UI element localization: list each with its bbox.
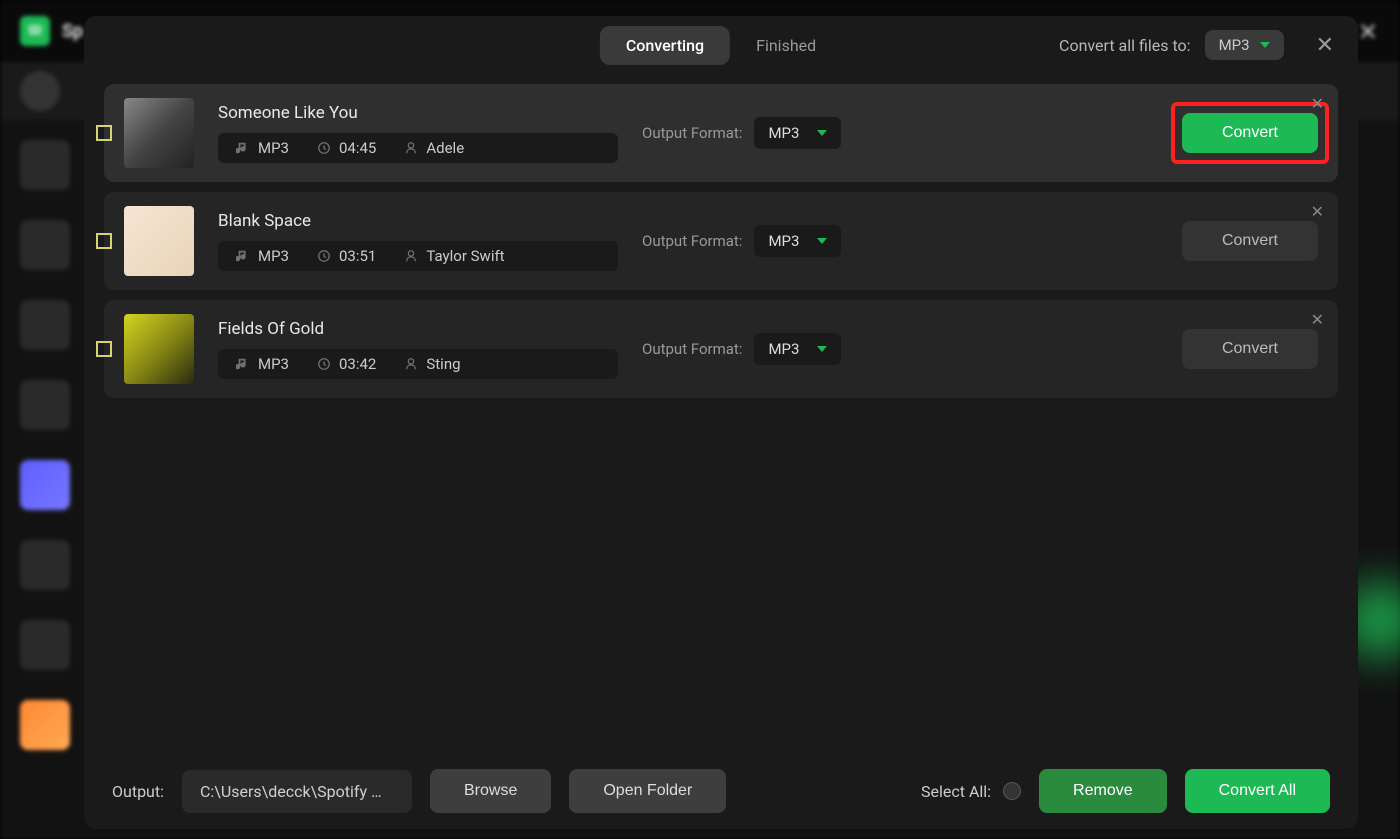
clock-icon: [317, 141, 331, 155]
track-artist: Adele: [426, 139, 464, 157]
track-row-wrap: Someone Like You MP3 04:45 Adele: [104, 84, 1338, 182]
remove-button[interactable]: Remove: [1039, 769, 1167, 813]
track-duration: 03:42: [339, 355, 376, 373]
spotify-logo-icon: [20, 16, 50, 46]
person-icon: [404, 357, 418, 371]
modal-footer: Output: C:\Users\decck\Spotify M… Browse…: [84, 753, 1358, 829]
track-format-select[interactable]: MP3: [754, 333, 841, 365]
bg-sidebar-item: [20, 700, 70, 750]
track-format-select[interactable]: MP3: [754, 225, 841, 257]
bg-sidebar-item: [20, 220, 70, 270]
track-title: Blank Space: [218, 211, 618, 231]
bg-sidebar-item: [20, 140, 70, 190]
bg-window-close-icon: ✕: [1358, 18, 1378, 46]
bg-title: Sp: [62, 21, 83, 42]
track-format-value: MP3: [768, 340, 799, 358]
convert-all-button[interactable]: Convert All: [1185, 769, 1330, 813]
track-row: Blank Space MP3 03:51 Taylor Swift: [104, 192, 1338, 290]
output-format-label: Output Format:: [642, 232, 742, 250]
bg-sidebar-item: [20, 540, 70, 590]
browse-button[interactable]: Browse: [430, 769, 551, 813]
music-note-icon: [236, 249, 250, 263]
global-format-value: MP3: [1219, 36, 1250, 54]
convert-button[interactable]: Convert: [1182, 113, 1318, 153]
remove-track-button[interactable]: ✕: [1311, 202, 1324, 221]
album-art: [124, 98, 194, 168]
tab-converting[interactable]: Converting: [600, 26, 730, 65]
track-format-value: MP3: [768, 124, 799, 142]
chevron-down-icon: [817, 238, 827, 244]
select-all-label: Select All:: [921, 782, 991, 801]
convert-button[interactable]: Convert: [1182, 329, 1318, 369]
output-format-label: Output Format:: [642, 124, 742, 142]
modal-close-button[interactable]: ✕: [1316, 33, 1334, 58]
track-checkbox[interactable]: [96, 125, 112, 141]
output-path-label: Output:: [112, 782, 164, 801]
album-art: [124, 206, 194, 276]
music-note-icon: [236, 141, 250, 155]
bg-sidebar-item: [20, 620, 70, 670]
clock-icon: [317, 357, 331, 371]
track-format: MP3: [258, 355, 289, 373]
track-details: MP3 04:45 Adele: [218, 133, 618, 163]
track-format-select[interactable]: MP3: [754, 117, 841, 149]
select-all-toggle[interactable]: [1003, 782, 1021, 800]
output-path-display: C:\Users\decck\Spotify M…: [182, 770, 412, 813]
track-checkbox[interactable]: [96, 233, 112, 249]
person-icon: [404, 249, 418, 263]
track-title: Fields Of Gold: [218, 319, 618, 339]
track-format: MP3: [258, 247, 289, 265]
tab-group: Converting Finished: [600, 26, 842, 65]
track-checkbox[interactable]: [96, 341, 112, 357]
track-artist: Sting: [426, 355, 460, 373]
track-row: Fields Of Gold MP3 03:42 Sting: [104, 300, 1338, 398]
clock-icon: [317, 249, 331, 263]
remove-track-button[interactable]: ✕: [1311, 310, 1324, 329]
chevron-down-icon: [1260, 42, 1270, 48]
bg-home-icon: [20, 71, 60, 111]
convert-button[interactable]: Convert: [1182, 221, 1318, 261]
global-format-select[interactable]: MP3: [1205, 30, 1284, 60]
album-art: [124, 314, 194, 384]
track-duration: 03:51: [339, 247, 376, 265]
track-format-value: MP3: [768, 232, 799, 250]
open-folder-button[interactable]: Open Folder: [569, 769, 726, 813]
track-row-wrap: Fields Of Gold MP3 03:42 Sting: [104, 300, 1338, 398]
track-details: MP3 03:42 Sting: [218, 349, 618, 379]
person-icon: [404, 141, 418, 155]
track-details: MP3 03:51 Taylor Swift: [218, 241, 618, 271]
chevron-down-icon: [817, 346, 827, 352]
chevron-down-icon: [817, 130, 827, 136]
select-all-control[interactable]: Select All:: [921, 782, 1021, 801]
track-artist: Taylor Swift: [426, 247, 504, 265]
track-row: Someone Like You MP3 04:45 Adele: [104, 84, 1338, 182]
converter-modal: Converting Finished Convert all files to…: [84, 16, 1358, 829]
bg-sidebar-item: [20, 460, 70, 510]
track-title: Someone Like You: [218, 103, 618, 123]
output-format-label: Output Format:: [642, 340, 742, 358]
music-note-icon: [236, 357, 250, 371]
remove-track-button[interactable]: ✕: [1311, 94, 1324, 113]
track-format: MP3: [258, 139, 289, 157]
tab-finished[interactable]: Finished: [730, 26, 842, 65]
track-list: Someone Like You MP3 04:45 Adele: [84, 74, 1358, 753]
track-row-wrap: Blank Space MP3 03:51 Taylor Swift: [104, 192, 1338, 290]
bg-sidebar-item: [20, 300, 70, 350]
modal-header: Converting Finished Convert all files to…: [84, 16, 1358, 74]
bg-sidebar-item: [20, 380, 70, 430]
track-duration: 04:45: [339, 139, 376, 157]
convert-all-label: Convert all files to:: [1059, 36, 1191, 55]
